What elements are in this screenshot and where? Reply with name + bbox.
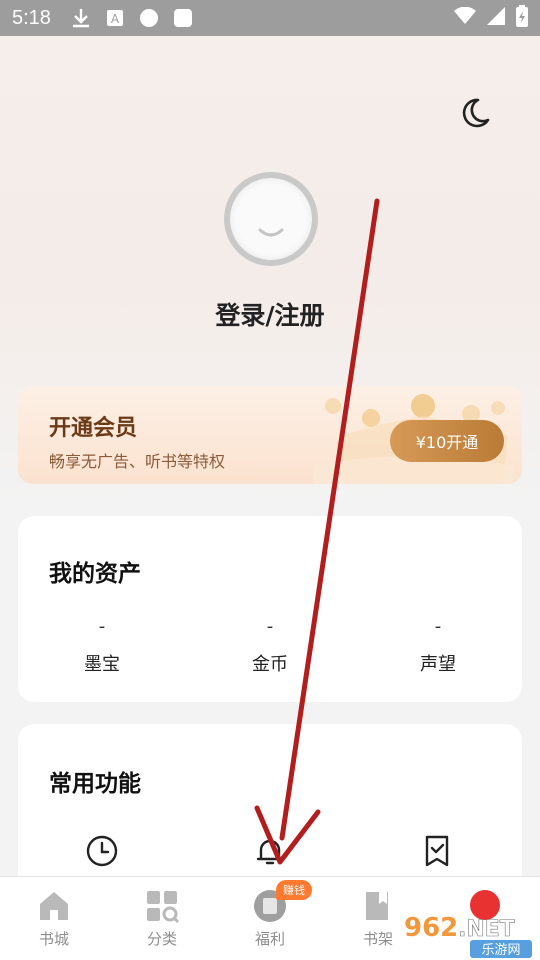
functions-title: 常用功能 bbox=[49, 771, 141, 797]
nav-category[interactable]: 分类 bbox=[117, 889, 207, 949]
app-a-icon: A bbox=[105, 8, 125, 28]
notification-bell-icon[interactable] bbox=[253, 834, 287, 868]
svg-text:A: A bbox=[111, 12, 120, 26]
login-register-link[interactable]: 登录/注册 bbox=[0, 296, 540, 332]
nav-label: 福利 bbox=[254, 930, 285, 948]
square-icon bbox=[173, 8, 193, 28]
vip-open-button[interactable]: ¥10开通 bbox=[390, 420, 504, 462]
earn-money-badge: 赚钱 bbox=[276, 880, 312, 900]
vip-title: 开通会员 bbox=[49, 416, 138, 441]
vip-banner[interactable]: 开通会员 畅享无广告、听书等特权 ¥10开通 bbox=[18, 386, 522, 484]
asset-value: - bbox=[266, 616, 274, 637]
nav-label: 分类 bbox=[146, 930, 177, 948]
svg-text:.NET: .NET bbox=[458, 917, 515, 942]
asset-label: 声望 bbox=[420, 654, 456, 675]
book-icon bbox=[366, 892, 388, 920]
download-icon bbox=[71, 8, 91, 28]
avatar[interactable] bbox=[224, 172, 318, 266]
asset-mobao[interactable]: - 墨宝 bbox=[42, 616, 162, 676]
asset-reputation[interactable]: - 声望 bbox=[378, 616, 498, 676]
nav-bookstore[interactable]: 书城 bbox=[9, 889, 99, 949]
asset-value: - bbox=[98, 616, 106, 637]
site-watermark-logo: 962 .NET 乐游网 bbox=[404, 913, 532, 958]
status-time: 5:18 bbox=[12, 6, 51, 29]
asset-label: 金币 bbox=[252, 654, 288, 675]
assets-title: 我的资产 bbox=[49, 561, 141, 587]
history-clock-icon[interactable] bbox=[85, 834, 119, 868]
app-screen: 5:18 A 登录/注册 开通会员 畅享无广告、听书等特权 ¥10开通 我的资产… bbox=[0, 0, 540, 960]
vip-subtitle: 畅享无广告、听书等特权 bbox=[49, 452, 226, 471]
asset-value: - bbox=[434, 616, 442, 637]
nav-label: 书城 bbox=[38, 930, 69, 948]
house-icon bbox=[40, 892, 68, 920]
asset-label: 墨宝 bbox=[84, 654, 120, 675]
asset-coins[interactable]: - 金币 bbox=[210, 616, 330, 676]
my-assets-card: 我的资产 - 墨宝 - 金币 - 声望 bbox=[18, 516, 522, 702]
night-mode-moon-icon[interactable] bbox=[458, 96, 492, 130]
battery-icon bbox=[516, 4, 528, 32]
signal-icon bbox=[486, 6, 506, 31]
svg-text:962: 962 bbox=[404, 913, 458, 943]
svg-text:乐游网: 乐游网 bbox=[481, 943, 520, 958]
bookmark-check-icon[interactable] bbox=[420, 834, 454, 868]
circle-icon bbox=[139, 8, 159, 28]
wifi-icon bbox=[454, 6, 476, 30]
avatar-face-icon bbox=[230, 178, 312, 260]
grid-icon bbox=[147, 891, 179, 923]
status-bar: 5:18 A bbox=[0, 0, 540, 36]
